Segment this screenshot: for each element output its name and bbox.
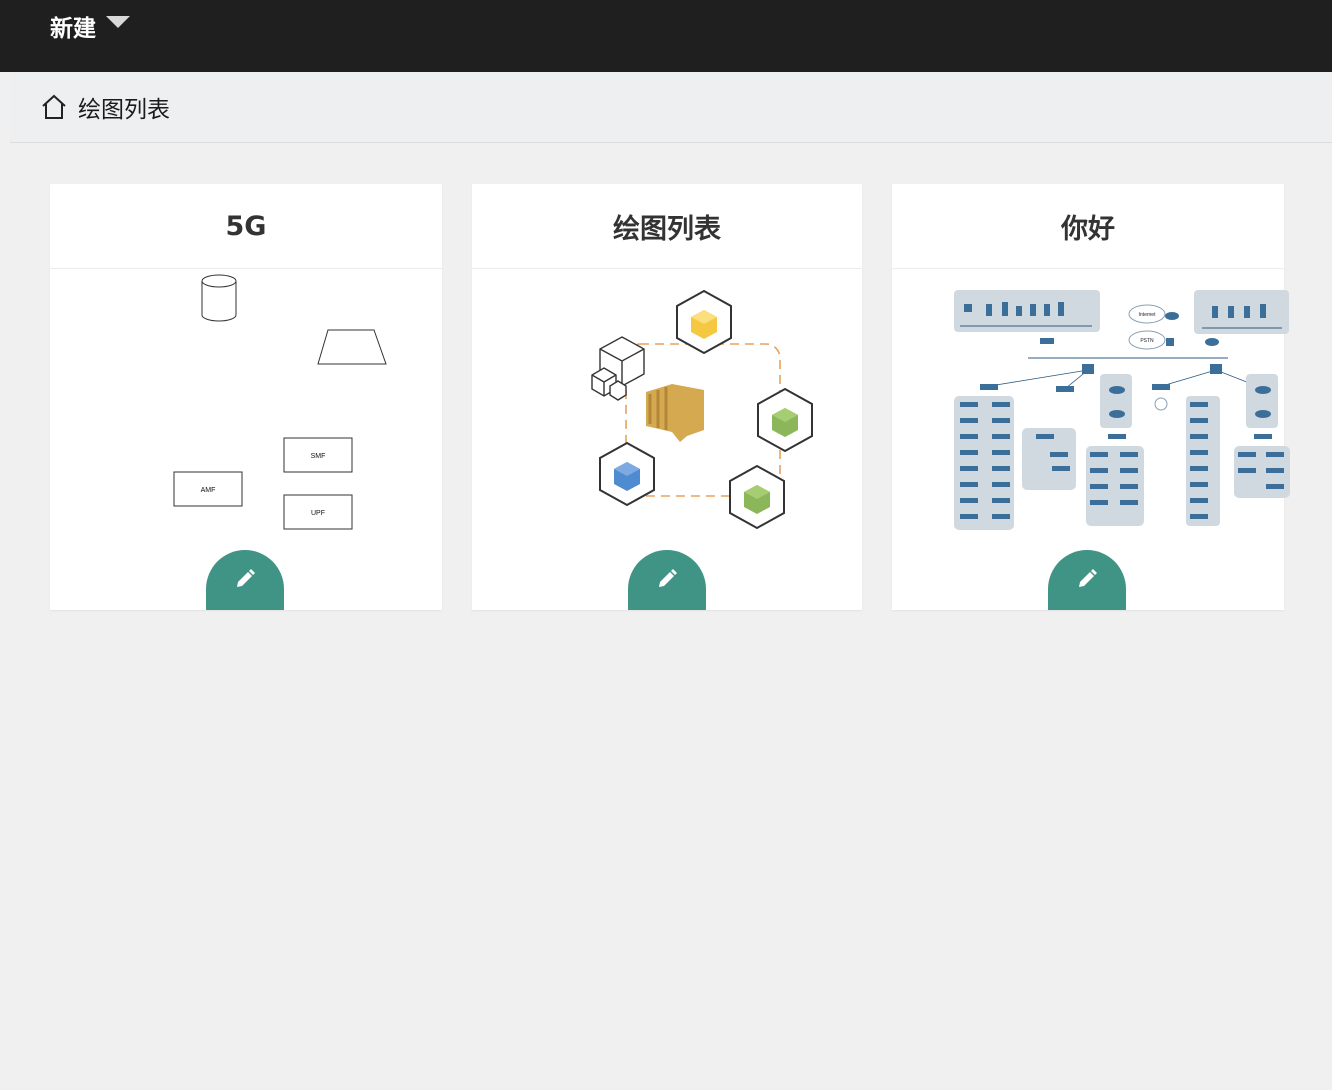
edit-button[interactable] xyxy=(628,550,706,610)
new-menu-button[interactable]: 新建 xyxy=(50,10,130,42)
drawing-preview[interactable]: SMF AMF UPF xyxy=(50,270,442,540)
drawing-card-5g[interactable]: 5G SMF AMF UPF xyxy=(50,184,442,610)
edit-button[interactable] xyxy=(1048,550,1126,610)
pstn-label: PSTN xyxy=(1140,338,1154,344)
caret-down-icon xyxy=(106,16,130,28)
card-title: 5G xyxy=(50,184,442,269)
trapezoid-shape xyxy=(317,329,387,365)
card-title: 你好 xyxy=(892,184,1284,269)
top-bar: 新建 xyxy=(0,0,1332,72)
home-icon[interactable] xyxy=(40,93,68,121)
smf-label: SMF xyxy=(311,453,326,460)
pencil-icon xyxy=(237,569,255,587)
pencil-icon xyxy=(1079,569,1097,587)
page-title: 绘图列表 xyxy=(78,97,170,123)
drawing-card-list[interactable]: 绘图列表 xyxy=(472,184,862,610)
upf-label: UPF xyxy=(311,510,325,517)
outline-cubes-icon xyxy=(591,336,645,401)
internet-label: Internet xyxy=(1139,312,1157,318)
service-center-icon xyxy=(646,384,704,442)
edit-button[interactable] xyxy=(206,550,284,610)
drawing-preview[interactable] xyxy=(472,270,862,540)
green-cube-icon xyxy=(729,464,785,530)
card-title: 绘图列表 xyxy=(472,184,862,269)
green-cube-icon xyxy=(757,387,813,453)
breadcrumb: 绘图列表 xyxy=(10,72,1332,143)
cylinder-shape xyxy=(201,274,237,322)
drawing-preview[interactable]: Internet PSTN xyxy=(892,270,1290,540)
amf-label: AMF xyxy=(201,487,216,494)
pencil-icon xyxy=(659,569,677,587)
new-menu-label: 新建 xyxy=(50,16,96,42)
drawing-card-hello[interactable]: 你好 Internet PSTN xyxy=(892,184,1290,610)
